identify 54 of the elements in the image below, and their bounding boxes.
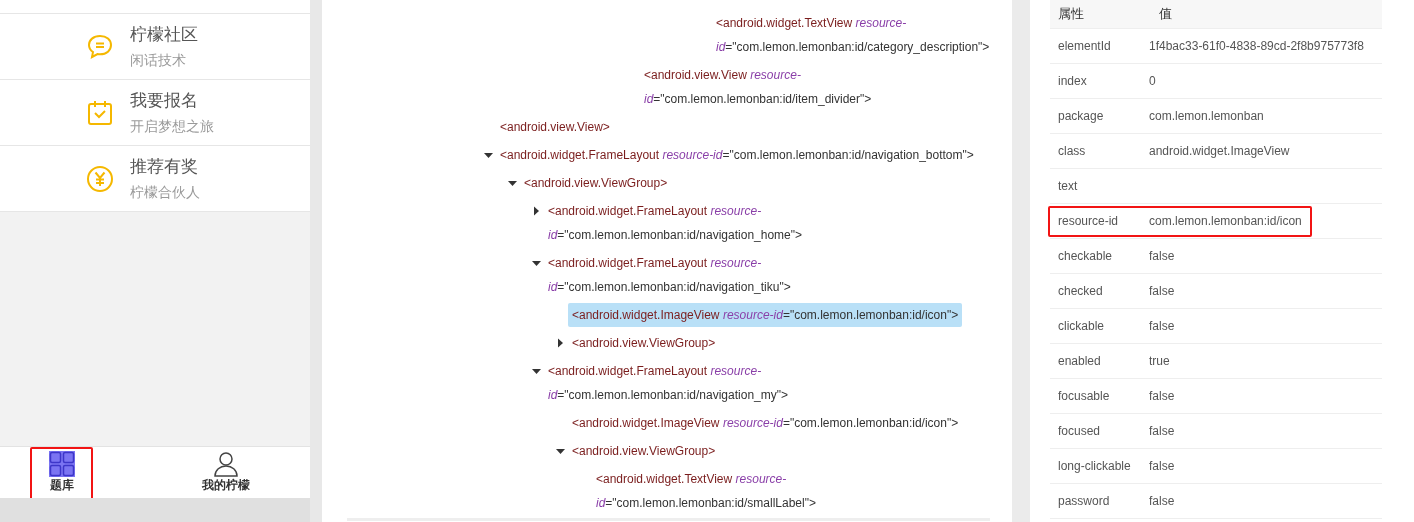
tree-node[interactable]: <android.widget.TextView resource-id="com.lemon.lemonban:id/smallLabel"> — [592, 467, 990, 515]
tree-node[interactable]: <android.widget.ImageView resource-id="com.lemon.lemonban:id/icon"> — [568, 303, 963, 327]
column-header: 属性 — [1057, 5, 1085, 24]
table-cell-text: false — [1149, 318, 1176, 335]
menu-item-title[interactable]: 我要报名 — [130, 89, 214, 112]
tree-node[interactable]: <android.view.ViewGroup> — [568, 439, 720, 463]
table-cell-text: resource-id — [1057, 213, 1120, 230]
table-cell-text: checked — [1057, 283, 1104, 300]
table-cell-text: class — [1057, 143, 1087, 160]
menu-item-subtitle: 柠檬合伙人 — [130, 182, 200, 202]
table-cell-text: long-clickable — [1057, 458, 1132, 475]
menu-item-subtitle: 闲话技术 — [130, 50, 187, 70]
nav-tab[interactable]: 我的柠檬 — [186, 447, 266, 501]
tree-node[interactable]: <android.widget.FrameLayout resource-id="com.lemon.lemonban:id/navigation_my"> — [544, 359, 990, 407]
person-icon — [213, 451, 239, 477]
menu-item-title[interactable]: 推荐有奖 — [130, 155, 200, 178]
table-cell-text: package — [1057, 108, 1105, 125]
chat-bubble-icon — [86, 32, 114, 61]
calendar-check-icon — [86, 98, 114, 127]
tree-node[interactable]: <android.widget.TextView resource-id="com.lemon.lemonban:id/category_description"> — [712, 11, 994, 59]
grid-icon — [48, 451, 75, 477]
tree-node[interactable]: <android.view.View resource-id="com.lemon.lemonban:id/item_divider"> — [640, 63, 990, 111]
table-cell-text: false — [1149, 423, 1176, 440]
tree-node[interactable]: <android.view.View> — [496, 115, 614, 139]
tree-node[interactable]: <android.widget.ImageView resource-id="com.lemon.lemonban:id/icon"> — [568, 411, 963, 435]
table-cell-text: checkable — [1057, 248, 1114, 265]
table-cell-text: android.widget.ImageView — [1149, 143, 1291, 160]
table-cell-text: 1f4bac33-61f0-4838-89cd-2f8b975773f8 — [1149, 38, 1365, 55]
yen-coin-icon — [86, 164, 114, 193]
table-cell-text: focusable — [1057, 388, 1111, 405]
table-cell-text: com.lemon.lemonban:id/icon — [1149, 213, 1303, 230]
table-cell-text: enabled — [1057, 353, 1102, 370]
table-cell-text: 0 — [1149, 73, 1157, 90]
table-cell-text: true — [1149, 353, 1171, 370]
tree-node[interactable]: <android.widget.FrameLayout resource-id="com.lemon.lemonban:id/navigation_bottom"> — [496, 143, 978, 167]
table-cell-text: false — [1149, 388, 1176, 405]
table-cell-text: focused — [1057, 423, 1102, 440]
tree-node[interactable]: <android.widget.FrameLayout resource-id="com.lemon.lemonban:id/navigation_tiku"> — [544, 251, 990, 299]
column-header: 值 — [1159, 5, 1172, 24]
table-cell-text: password — [1057, 493, 1111, 510]
tree-node[interactable]: <android.view.ViewGroup> — [568, 331, 720, 355]
table-cell-text: index — [1057, 73, 1088, 90]
table-cell-text: false — [1149, 283, 1176, 300]
table-cell-text: false — [1149, 493, 1176, 510]
table-cell-text: com.lemon.lemonban — [1149, 108, 1265, 125]
table-cell-text: clickable — [1057, 318, 1106, 335]
table-cell-text: text — [1057, 178, 1079, 195]
table-cell-text: false — [1149, 458, 1176, 475]
table-cell-text: false — [1149, 248, 1176, 265]
tree-node[interactable]: <android.widget.FrameLayout resource-id="com.lemon.lemonban:id/navigation_home"> — [544, 199, 990, 247]
tree-node[interactable]: <android.view.ViewGroup> — [520, 171, 672, 195]
menu-item-title[interactable]: 柠檬社区 — [130, 23, 198, 46]
table-cell-text: elementId — [1057, 38, 1112, 55]
menu-item-subtitle: 开启梦想之旅 — [130, 116, 214, 136]
